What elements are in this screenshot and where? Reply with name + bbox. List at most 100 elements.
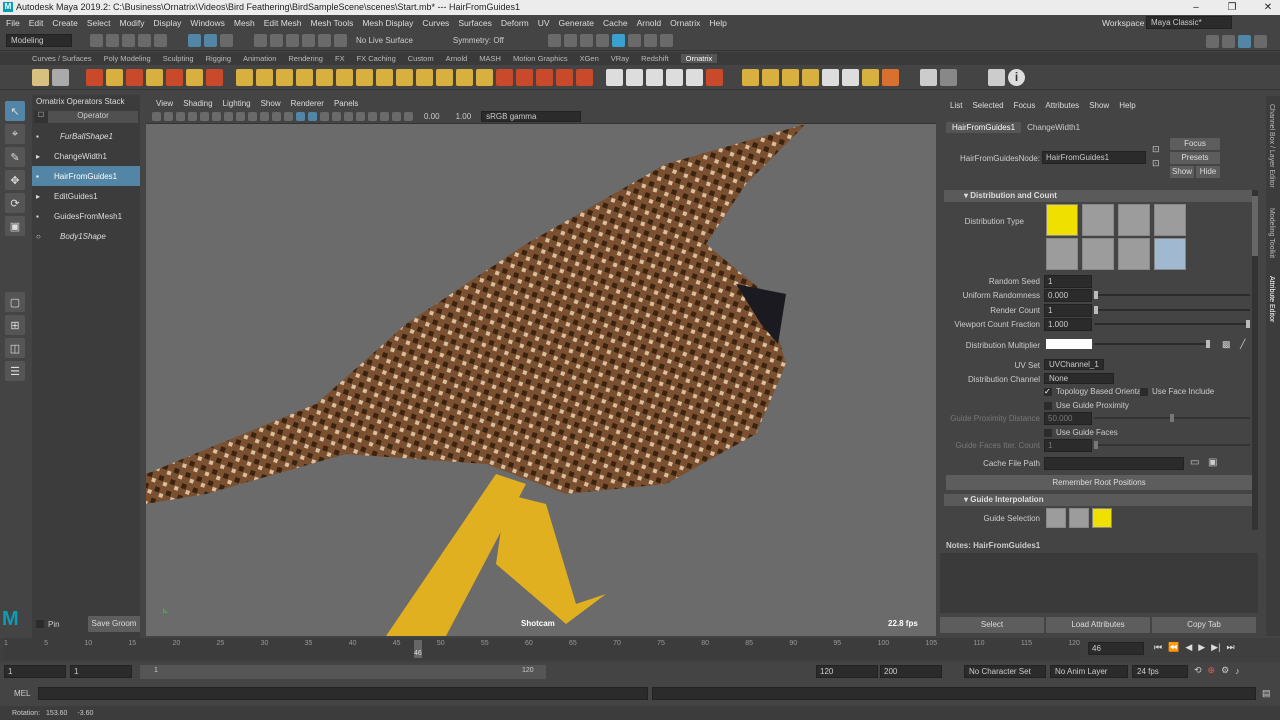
film-gate-icon[interactable] [212,112,221,121]
wireframe-icon[interactable] [284,112,293,121]
topology-checkbox[interactable]: ✓ [1044,387,1052,396]
alembic-icon[interactable] [706,68,723,86]
strand-propagation-icon[interactable] [166,68,183,86]
guide-tool-6-icon[interactable] [842,68,859,86]
shelf-tab-redshift[interactable]: Redshift [641,54,669,63]
select-button[interactable]: Select [940,617,1044,633]
guide-proximity-checkbox[interactable] [1044,401,1052,410]
field-chart-icon[interactable] [248,112,257,121]
menu-windows[interactable]: Windows [190,18,224,28]
new-scene-icon[interactable] [90,34,103,47]
move-tool-icon[interactable]: ✥ [5,170,25,190]
shadows-icon[interactable] [344,112,353,121]
bookmark-icon[interactable] [176,112,185,121]
save-icon[interactable]: ▣ [1208,457,1217,468]
auto-key-icon[interactable]: ⊕ [1208,665,1216,676]
smooth-shade-icon[interactable] [296,112,305,121]
presets-button[interactable]: Presets [1170,152,1220,164]
hide-button[interactable]: Hide [1196,166,1220,178]
guide-tool-5-icon[interactable] [822,68,839,86]
push-away-icon[interactable] [476,68,493,86]
visibility-icon[interactable]: ▪ [36,212,50,221]
close-icon[interactable]: ✕ [1256,0,1280,15]
shelf-tab-sculpting[interactable]: Sculpting [163,54,194,63]
focus-button[interactable]: Focus [1170,138,1220,150]
grid-toggle-icon[interactable] [200,112,209,121]
load-attributes-button[interactable]: Load Attributes [1046,617,1150,633]
menu-generate[interactable]: Generate [559,18,594,28]
time-slider[interactable]: 1 5 10 15 20 25 30 35 40 45 50 55 60 65 70 75 80 85 90 95 10… [0,638,1280,662]
scatter-icon[interactable] [516,68,533,86]
render-settings-icon[interactable] [579,34,593,47]
visibility-icon[interactable]: ▸ [36,152,50,161]
distribution-multiplier-swatch[interactable] [1046,339,1092,349]
rotate-icon[interactable] [376,68,393,86]
safe-action-icon[interactable] [260,112,269,121]
pause-render-icon[interactable] [659,34,673,47]
symmetry-icon[interactable] [496,68,513,86]
save-groom-button[interactable]: Save Groom [88,616,140,632]
range-end-field[interactable]: 200 [880,665,942,678]
select-component-icon[interactable] [220,34,233,47]
live-surface-label[interactable]: No Live Surface [356,36,413,45]
attr-menu-focus[interactable]: Focus [1014,101,1036,110]
minimize-icon[interactable]: – [1184,0,1208,15]
character-set-dropdown[interactable]: No Character Set [964,665,1046,678]
current-time-marker[interactable]: 46 [414,640,422,658]
shelf-tab-animation[interactable]: Animation [243,54,276,63]
clump-icon[interactable] [276,68,293,86]
noise-icon[interactable] [456,68,473,86]
guide-sel-barycentric-icon[interactable] [1069,508,1089,528]
surface-comb-icon[interactable] [396,68,413,86]
texture-map-icon[interactable]: ▩ [1222,339,1231,350]
lasso-tool-icon[interactable]: ⌖ [5,124,25,144]
dist-uniform-icon[interactable] [1046,204,1078,236]
modeling-toolkit-tab[interactable]: Modeling Toolkit [1268,208,1275,258]
preview-icon[interactable] [666,68,683,86]
tool-settings-icon[interactable] [1254,35,1267,48]
render-settings-orn-icon[interactable] [626,68,643,86]
anim-layer-dropdown[interactable]: No Anim Layer [1050,665,1128,678]
guide-tool-8-icon[interactable] [882,68,899,86]
shelf-tab-curves-surfaces[interactable]: Curves / Surfaces [32,54,92,63]
select-hierarchy-icon[interactable] [188,34,201,47]
hair-from-guides-icon[interactable] [106,68,123,86]
four-view-icon[interactable]: ⊞ [5,315,25,335]
attr-menu-attributes[interactable]: Attributes [1045,101,1079,110]
resolution-gate-icon[interactable] [224,112,233,121]
shelf-tab-xgen[interactable]: XGen [580,54,599,63]
xray-icon[interactable] [380,112,389,121]
paint-icon[interactable]: ╱ [1240,339,1245,350]
shelf-tab-arnold[interactable]: Arnold [446,54,468,63]
open-scene-icon[interactable] [106,34,119,47]
loop-icon[interactable]: ⟲ [1194,665,1202,676]
face-include-option[interactable]: Use Face Include [1140,387,1214,396]
shelf-tab-poly-modeling[interactable]: Poly Modeling [104,54,151,63]
xray-joints-icon[interactable] [392,112,401,121]
redo-icon[interactable] [154,34,167,47]
menu-arnold[interactable]: Arnold [637,18,662,28]
visibility-icon[interactable]: ▪ [36,132,50,141]
anim-prefs-icon[interactable]: ⚙ [1221,665,1229,676]
viewport-scene[interactable]: Shotcam 22.8 fps ⊾ [146,124,936,636]
gate-mask-icon[interactable] [236,112,245,121]
exposure-value[interactable]: 0.00 [424,112,440,121]
scale-tool-icon[interactable]: ▣ [5,216,25,236]
random-seed-field[interactable]: 1 [1044,275,1092,288]
menu-curves[interactable]: Curves [422,18,449,28]
xray-active-icon[interactable] [404,112,413,121]
topology-orientation-option[interactable]: ✓ Topology Based Orienta [1044,387,1141,396]
two-view-icon[interactable]: ◫ [5,338,25,358]
attr-menu-help[interactable]: Help [1119,101,1135,110]
rotate-tool-icon[interactable]: ⟳ [5,193,25,213]
operator-item-hairfromguides1[interactable]: ▪ HairFromGuides1 [32,166,140,186]
dist-face-center-icon[interactable] [1118,238,1150,270]
use-guide-faces-option[interactable]: Use Guide Faces [1044,428,1118,437]
ornatrix-add-icon[interactable] [32,68,49,86]
viewport-panel[interactable]: View Shading Lighting Show Renderer Pane… [146,96,936,636]
gravity-icon[interactable] [316,68,333,86]
menu-edit[interactable]: Edit [29,18,44,28]
cache-file-path-field[interactable] [1044,457,1184,470]
camera-attr-icon[interactable] [164,112,173,121]
undo-icon[interactable] [138,34,151,47]
